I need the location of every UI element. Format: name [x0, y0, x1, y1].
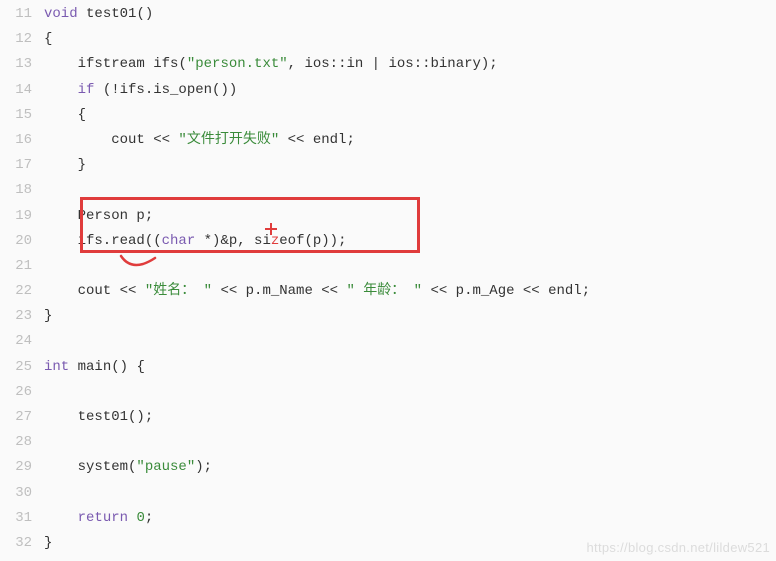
code-line[interactable]	[44, 380, 774, 405]
code-line[interactable]: {	[44, 27, 774, 52]
code-line[interactable]: int main() {	[44, 355, 774, 380]
line-number: 23	[2, 304, 32, 329]
code-line[interactable]: return 0;	[44, 506, 774, 531]
code-line[interactable]: ifs.read((char *)&p, sizeof(p));	[44, 229, 774, 254]
code-line[interactable]	[44, 430, 774, 455]
code-line[interactable]: if (!ifs.is_open())	[44, 78, 774, 103]
code-line[interactable]: ifstream ifs("person.txt", ios::in | ios…	[44, 52, 774, 77]
code-line[interactable]: }	[44, 304, 774, 329]
code-line[interactable]	[44, 481, 774, 506]
line-number: 14	[2, 78, 32, 103]
line-number: 31	[2, 506, 32, 531]
line-number-gutter: 1112131415161718192021222324252627282930…	[2, 2, 44, 556]
code-line[interactable]: cout << "姓名： " << p.m_Name << " 年龄： " <<…	[44, 279, 774, 304]
line-number: 32	[2, 531, 32, 556]
line-number: 13	[2, 52, 32, 77]
line-number: 28	[2, 430, 32, 455]
line-number: 27	[2, 405, 32, 430]
line-number: 17	[2, 153, 32, 178]
code-line[interactable]: cout << "文件打开失败" << endl;	[44, 128, 774, 153]
code-line[interactable]: system("pause");	[44, 455, 774, 480]
code-editor: 1112131415161718192021222324252627282930…	[2, 2, 774, 556]
line-number: 11	[2, 2, 32, 27]
line-number: 21	[2, 254, 32, 279]
line-number: 30	[2, 481, 32, 506]
code-line[interactable]	[44, 254, 774, 279]
code-line[interactable]	[44, 329, 774, 354]
code-line[interactable]	[44, 178, 774, 203]
line-number: 25	[2, 355, 32, 380]
code-line[interactable]: void test01()	[44, 2, 774, 27]
watermark-text: https://blog.csdn.net/lildew521	[587, 536, 770, 559]
line-number: 15	[2, 103, 32, 128]
line-number: 29	[2, 455, 32, 480]
line-number: 26	[2, 380, 32, 405]
line-number: 19	[2, 204, 32, 229]
code-line[interactable]: {	[44, 103, 774, 128]
code-area[interactable]: void test01(){ ifstream ifs("person.txt"…	[44, 2, 774, 556]
line-number: 24	[2, 329, 32, 354]
code-line[interactable]: Person p;	[44, 204, 774, 229]
line-number: 12	[2, 27, 32, 52]
line-number: 20	[2, 229, 32, 254]
code-line[interactable]: test01();	[44, 405, 774, 430]
line-number: 18	[2, 178, 32, 203]
line-number: 16	[2, 128, 32, 153]
code-line[interactable]: }	[44, 153, 774, 178]
line-number: 22	[2, 279, 32, 304]
